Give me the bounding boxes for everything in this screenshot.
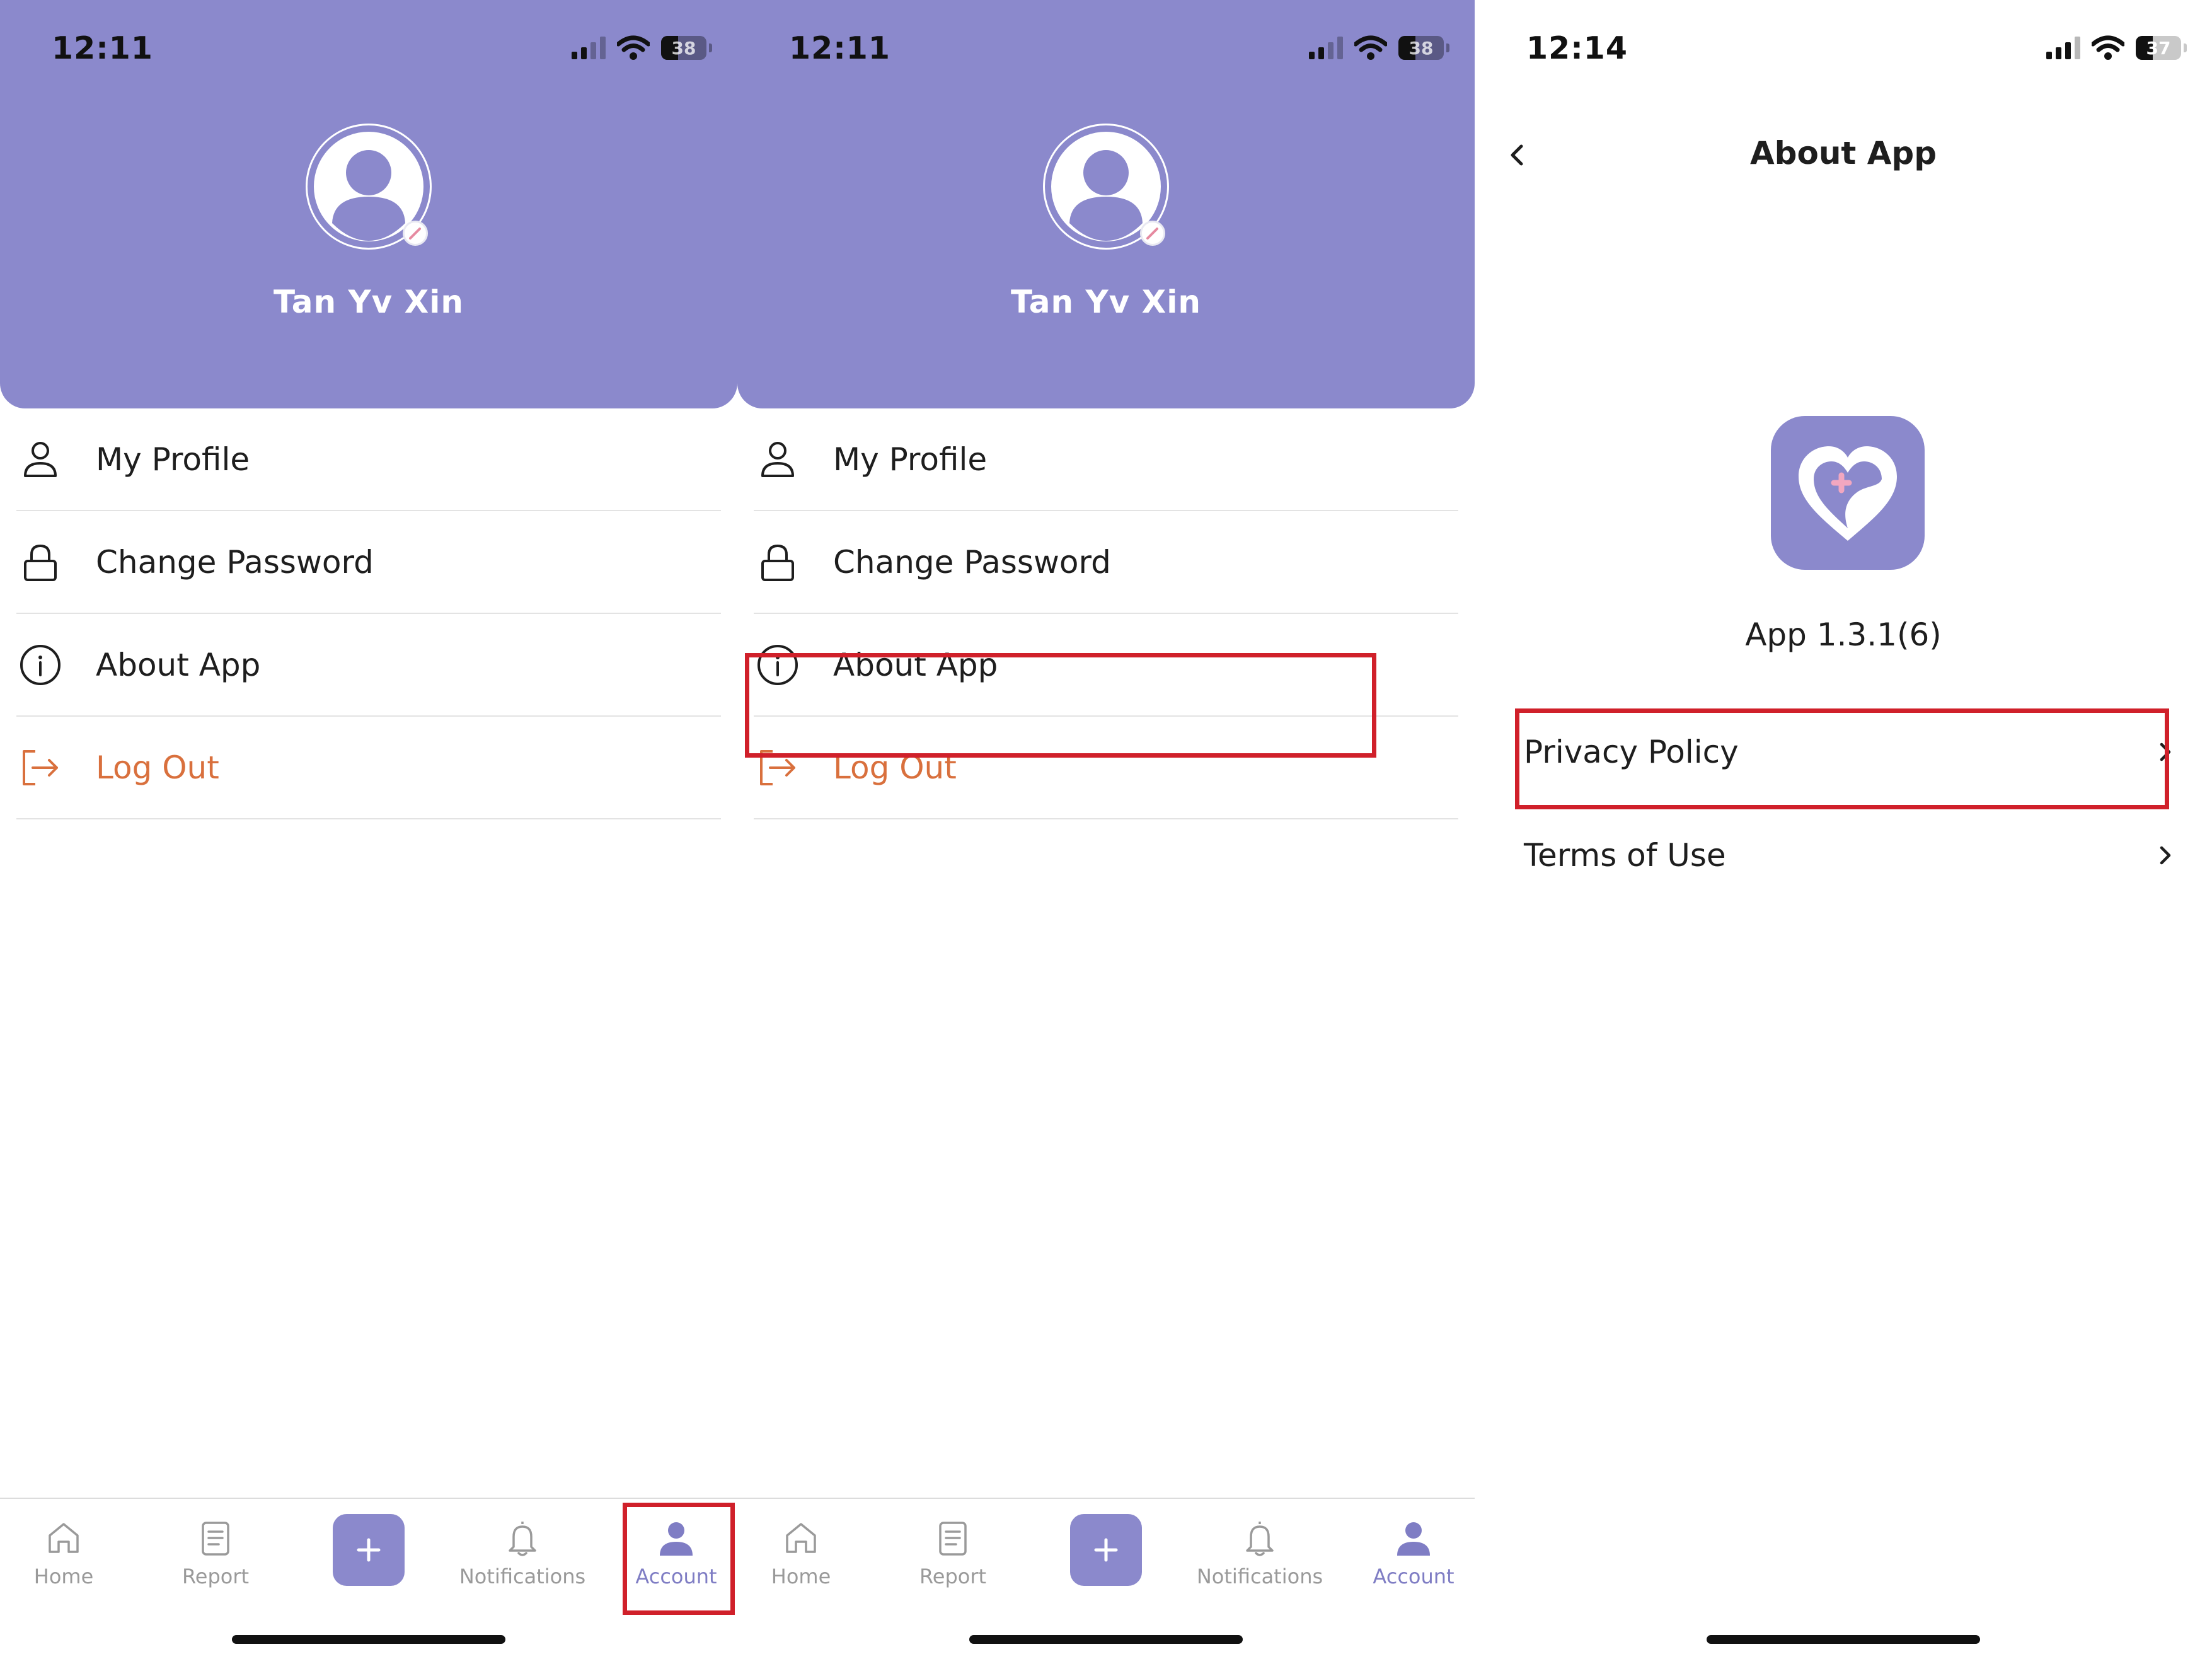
menu-item-my-profile[interactable]: My Profile (16, 408, 721, 511)
menu-item-change-password[interactable]: Change Password (16, 511, 721, 614)
link-label: Terms of Use (1524, 837, 1726, 874)
chevron-right-icon (2160, 846, 2171, 865)
profile-header: 12:11 38 Tan Yv Xin (737, 0, 1475, 408)
avatar[interactable] (306, 124, 432, 250)
menu-item-label: Log Out (96, 749, 219, 786)
tab-report[interactable]: Report (879, 1499, 1027, 1612)
highlight-account-tab (623, 1503, 735, 1615)
menu-item-label: About App (96, 646, 261, 683)
menu-item-label: My Profile (96, 441, 250, 478)
tab-label: Notifications (1196, 1564, 1323, 1588)
account-screen-1: 12:11 38 Tan Yv Xin My Profile Change Pa… (0, 0, 737, 1659)
lock-icon (24, 544, 57, 581)
battery-icon: 38 (1398, 36, 1444, 60)
wifi-icon (1354, 35, 1387, 60)
menu-item-log-out[interactable]: Log Out (16, 717, 721, 819)
battery-icon: 38 (661, 36, 706, 60)
battery-level: 38 (671, 37, 696, 59)
add-report-button[interactable] (1070, 1514, 1142, 1586)
status-icons: 38 (1309, 33, 1449, 63)
cellular-signal-icon (2046, 37, 2080, 59)
tab-home[interactable]: Home (0, 1499, 137, 1612)
logout-icon (23, 749, 58, 785)
bell-icon (1246, 1522, 1274, 1556)
app-logo (1771, 416, 1925, 570)
about-app-screen: 12:14 37 About App App 1.3.1(6) Privacy … (1475, 0, 2212, 1659)
profile-header: 12:11 38 Tan Yv Xin (0, 0, 737, 408)
tab-notifications[interactable]: Notifications (1186, 1499, 1334, 1612)
info-icon (20, 644, 60, 685)
tab-label: Report (181, 1564, 250, 1588)
tab-report[interactable]: Report (142, 1499, 289, 1612)
menu-item-label: Change Password (96, 543, 374, 581)
home-icon (786, 1523, 816, 1553)
document-icon (939, 1522, 967, 1556)
tab-label: Account (1373, 1564, 1455, 1588)
highlight-privacy-policy (1515, 708, 2169, 809)
edit-avatar-button[interactable] (403, 221, 428, 246)
tab-label: Report (919, 1564, 987, 1588)
tab-label: Home (33, 1564, 94, 1588)
home-indicator (232, 1635, 505, 1644)
terms-of-use-row[interactable]: Terms of Use (1524, 808, 2179, 903)
menu-item-label: My Profile (833, 441, 988, 478)
highlight-about-app (745, 653, 1376, 758)
add-report-button[interactable] (333, 1514, 405, 1586)
tab-account[interactable]: Account (1340, 1499, 1475, 1612)
menu-item-change-password[interactable]: Change Password (754, 511, 1458, 614)
battery-level: 37 (2146, 37, 2171, 59)
plus-icon (1094, 1538, 1118, 1562)
status-time: 12:11 (52, 30, 153, 66)
wifi-icon (617, 35, 650, 60)
home-indicator (1707, 1635, 1980, 1644)
menu-item-my-profile[interactable]: My Profile (754, 408, 1458, 511)
edit-avatar-button[interactable] (1140, 221, 1165, 246)
lock-icon (761, 544, 794, 581)
status-icons: 37 (2046, 33, 2187, 63)
plus-icon (357, 1538, 381, 1562)
status-icons: 38 (572, 33, 712, 63)
tab-notifications[interactable]: Notifications (449, 1499, 596, 1612)
page-title: About App (1749, 135, 1937, 171)
avatar[interactable] (1043, 124, 1169, 250)
document-icon (202, 1522, 229, 1556)
menu-item-about-app[interactable]: About App (16, 614, 721, 717)
account-screen-2: 12:11 38 Tan Yv Xin My Profile Change Pa… (737, 0, 1475, 1659)
battery-icon: 37 (2136, 36, 2181, 60)
person-icon (761, 441, 794, 477)
cellular-signal-icon (572, 37, 606, 59)
tab-home[interactable]: Home (737, 1499, 875, 1612)
app-version: App 1.3.1(6) (1745, 616, 1942, 653)
tab-label: Home (771, 1564, 831, 1588)
pencil-icon (409, 228, 421, 240)
wifi-icon (2092, 35, 2124, 60)
cellular-signal-icon (1309, 37, 1343, 59)
home-icon (49, 1523, 79, 1553)
user-name: Tan Yv Xin (274, 284, 464, 320)
account-icon (1397, 1522, 1430, 1556)
account-menu: My Profile Change Password About App Log… (16, 408, 721, 819)
menu-item-label: Change Password (833, 543, 1111, 581)
person-icon (24, 441, 57, 477)
status-time: 12:14 (1526, 30, 1628, 66)
pencil-icon (1146, 228, 1158, 240)
battery-level: 38 (1408, 37, 1434, 59)
status-time: 12:11 (789, 30, 890, 66)
home-indicator (969, 1635, 1243, 1644)
bell-icon (509, 1522, 536, 1556)
tab-label: Notifications (459, 1564, 586, 1588)
user-name: Tan Yv Xin (1011, 284, 1201, 320)
account-menu: My Profile Change Password About App Log… (754, 408, 1458, 819)
heart-hand-logo-icon (1799, 446, 1897, 541)
